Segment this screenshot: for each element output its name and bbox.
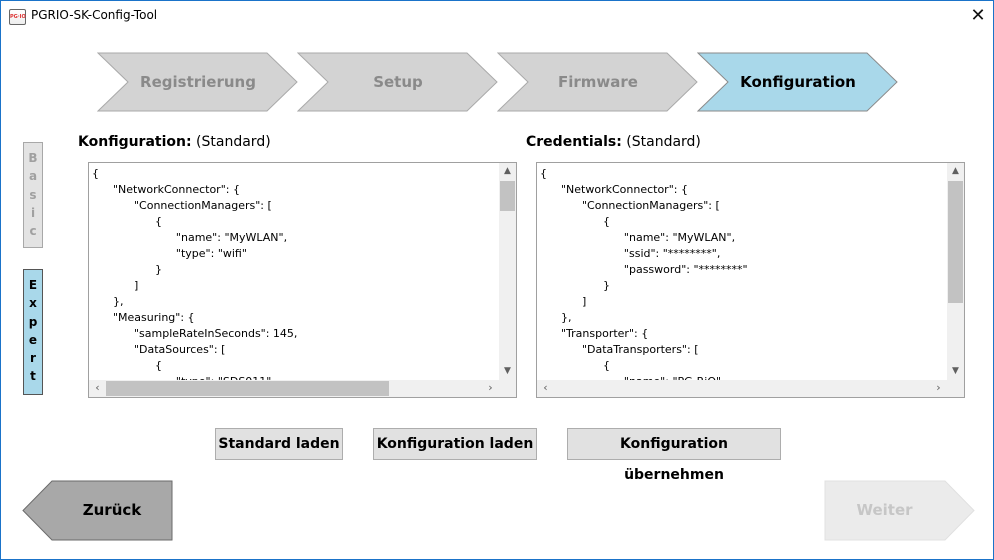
credentials-heading: Credentials: (Standard): [526, 134, 701, 150]
configuration-horizontal-scrollbar[interactable]: ‹ ›: [89, 380, 499, 397]
expert-letter: t: [30, 369, 36, 384]
expert-letter: p: [28, 314, 38, 329]
back-button-label: Zurück: [82, 501, 142, 519]
basic-letter: i: [30, 205, 36, 220]
apply-configuration-button[interactable]: Konfiguration übernehmen: [567, 428, 781, 483]
step-label: Firmware: [558, 73, 638, 91]
app-logo-icon: PG·IO: [9, 9, 26, 25]
step-setup: Setup: [297, 52, 499, 112]
basic-letter: B: [28, 151, 38, 165]
credentials-source: (Standard): [626, 134, 701, 150]
credentials-editor[interactable]: { "NetworkConnector": { "ConnectionManag…: [536, 162, 965, 398]
next-button[interactable]: Weiter: [824, 480, 975, 541]
step-label: Registrierung: [140, 73, 256, 91]
load-default-button[interactable]: Standard laden: [215, 428, 343, 460]
basic-mode-button[interactable]: B a s i c: [23, 142, 43, 248]
app-window: PG·IO PGRIO-SK-Config-Tool ✕ Registrieru…: [0, 0, 994, 560]
scroll-right-icon[interactable]: ›: [930, 380, 947, 397]
window-title: PGRIO-SK-Config-Tool: [31, 8, 158, 22]
basic-letter: a: [28, 169, 38, 184]
scroll-down-icon[interactable]: ▼: [947, 363, 964, 380]
credentials-label: Credentials:: [526, 134, 622, 150]
expert-letter: r: [30, 351, 36, 366]
step-konfiguration: Konfiguration: [697, 52, 899, 112]
next-button-label: Weiter: [856, 501, 913, 519]
credentials-json-text[interactable]: { "NetworkConnector": { "ConnectionManag…: [540, 166, 748, 390]
configuration-editor[interactable]: { "NetworkConnector": { "ConnectionManag…: [88, 162, 517, 398]
scrollbar-thumb[interactable]: [106, 381, 389, 396]
configuration-heading: Konfiguration: (Standard): [78, 134, 271, 150]
expert-mode-button[interactable]: E x p e r t: [23, 269, 43, 395]
scroll-left-icon[interactable]: ‹: [537, 380, 554, 397]
configuration-source: (Standard): [196, 134, 271, 150]
scroll-right-icon[interactable]: ›: [482, 380, 499, 397]
scroll-up-icon[interactable]: ▲: [499, 163, 516, 180]
credentials-vertical-scrollbar[interactable]: ▲ ▼: [947, 163, 964, 380]
step-registrierung: Registrierung: [97, 52, 299, 112]
scrollbar-thumb[interactable]: [500, 181, 515, 211]
basic-letter: c: [29, 224, 37, 239]
step-firmware: Firmware: [497, 52, 699, 112]
configuration-json-text[interactable]: { "NetworkConnector": { "ConnectionManag…: [92, 166, 297, 390]
basic-letter: s: [29, 187, 37, 202]
step-label: Konfiguration: [740, 73, 856, 91]
scrollbar-corner: [499, 380, 516, 397]
scrollbar-thumb[interactable]: [948, 181, 963, 303]
step-label: Setup: [373, 73, 423, 91]
expert-letter: x: [29, 296, 37, 311]
expert-letter: e: [28, 332, 38, 347]
title-bar: PG·IO PGRIO-SK-Config-Tool ✕: [1, 1, 993, 31]
load-configuration-button[interactable]: Konfiguration laden: [373, 428, 537, 460]
scrollbar-corner: [947, 380, 964, 397]
scroll-down-icon[interactable]: ▼: [499, 363, 516, 380]
configuration-vertical-scrollbar[interactable]: ▲ ▼: [499, 163, 516, 380]
expert-letter: E: [28, 278, 38, 292]
scroll-left-icon[interactable]: ‹: [89, 380, 106, 397]
configuration-label: Konfiguration:: [78, 134, 192, 150]
back-button[interactable]: Zurück: [22, 480, 173, 541]
credentials-horizontal-scrollbar[interactable]: ‹ ›: [537, 380, 947, 397]
close-icon[interactable]: ✕: [963, 1, 993, 31]
scroll-up-icon[interactable]: ▲: [947, 163, 964, 180]
